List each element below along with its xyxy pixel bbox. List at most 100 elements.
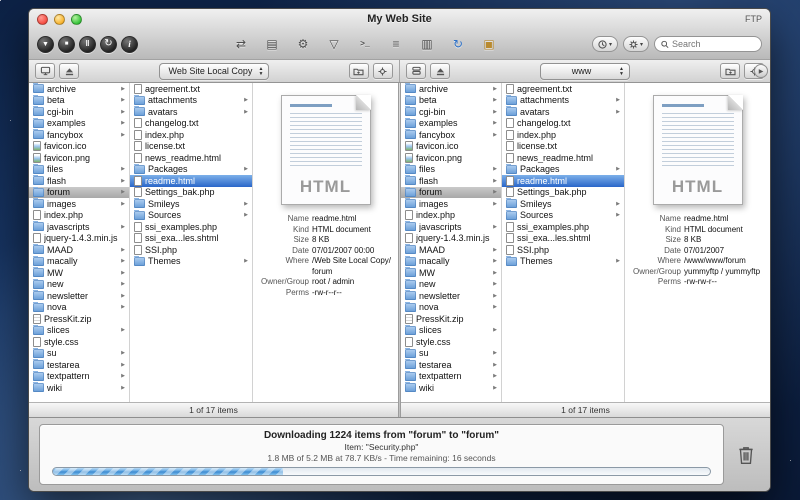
list-item[interactable]: newsletter [29,290,129,302]
list-item[interactable]: ssi_exa...les.shtml [130,233,252,245]
list-item[interactable]: Settings_bak.php [502,187,624,199]
remote-path-dropdown[interactable]: www [540,63,630,80]
list-item[interactable]: news_readme.html [130,152,252,164]
list-item[interactable]: archive [29,83,129,95]
list-item[interactable]: ssi_examples.php [502,221,624,233]
history-dropdown-button[interactable] [592,36,618,52]
list-item[interactable]: forum [29,187,129,199]
filter-icon[interactable]: ▽ [323,34,345,54]
list-item[interactable]: fancybox [29,129,129,141]
list-item[interactable]: agreement.txt [502,83,624,95]
list-item[interactable]: jquery-1.4.3.min.js [401,233,501,245]
list-item[interactable]: testarea [29,359,129,371]
list-item[interactable]: Themes [502,256,624,268]
list-item[interactable]: wiki [401,382,501,394]
search-input[interactable] [672,39,755,49]
list-item[interactable]: agreement.txt [130,83,252,95]
list-item[interactable]: MAAD [29,244,129,256]
local-action-button[interactable] [373,63,393,79]
local-eject-button[interactable] [59,63,79,79]
list-item[interactable]: changelog.txt [502,118,624,130]
list-item[interactable]: style.css [401,336,501,348]
list-item[interactable]: testarea [401,359,501,371]
list-item[interactable]: index.php [130,129,252,141]
list-item[interactable]: jquery-1.4.3.min.js [29,233,129,245]
drawer-toggle-button[interactable] [754,64,768,78]
list-item[interactable]: new [29,279,129,291]
list-item[interactable]: index.php [502,129,624,141]
options-dropdown-button[interactable] [623,36,649,52]
list-item[interactable]: slices [401,325,501,337]
tools-icon[interactable]: ⚙ [292,34,314,54]
list-item[interactable]: files [401,164,501,176]
list-item[interactable]: ssi_examples.php [130,221,252,233]
list-item[interactable]: Settings_bak.php [130,187,252,199]
list-item[interactable]: textpattern [401,371,501,383]
list-item[interactable]: cgi-bin [401,106,501,118]
list-item[interactable]: examples [29,118,129,130]
info-button[interactable]: i [121,36,138,53]
list-item[interactable]: Smileys [502,198,624,210]
list-item[interactable]: beta [29,95,129,107]
list-item[interactable]: archive [401,83,501,95]
list-item[interactable]: cgi-bin [29,106,129,118]
local-new-folder-button[interactable] [349,63,369,79]
list-item[interactable]: newsletter [401,290,501,302]
list-item[interactable]: index.php [29,210,129,222]
list-item[interactable]: Packages [130,164,252,176]
remote-eject-button[interactable] [430,63,450,79]
list-item[interactable]: textpattern [29,371,129,383]
edit-document-icon[interactable]: ▤ [261,34,283,54]
list-item[interactable]: favicon.png [29,152,129,164]
local-path-dropdown[interactable]: Web Site Local Copy [159,63,270,80]
list-item[interactable]: wiki [29,382,129,394]
list-item[interactable]: attachments [130,95,252,107]
list-item[interactable]: flash [29,175,129,187]
mirror-folders-icon[interactable]: ⇄ [230,34,252,54]
remote-new-folder-button[interactable] [720,63,740,79]
list-item[interactable]: nova [29,302,129,314]
refresh-button[interactable]: ↻ [100,36,117,53]
stop-button[interactable]: ■ [58,36,75,53]
list-item[interactable]: Themes [130,256,252,268]
list-item[interactable]: changelog.txt [130,118,252,130]
terminal-icon[interactable]: >_ [354,34,376,54]
list-item[interactable]: favicon.png [401,152,501,164]
list-item[interactable]: new [401,279,501,291]
list-item[interactable]: news_readme.html [502,152,624,164]
list-item[interactable]: nova [401,302,501,314]
list-item[interactable]: license.txt [502,141,624,153]
list-item[interactable]: favicon.ico [401,141,501,153]
queue-bin-button[interactable] [732,445,760,465]
list-item[interactable]: javascripts [29,221,129,233]
sync-icon[interactable]: ↻ [447,34,469,54]
list-item[interactable]: Sources [130,210,252,222]
list-item[interactable]: macally [401,256,501,268]
list-item[interactable]: macally [29,256,129,268]
list-item[interactable]: Smileys [130,198,252,210]
local-computer-button[interactable] [35,63,55,79]
list-item[interactable]: readme.html [502,175,624,187]
list-item[interactable]: SSI.php [130,244,252,256]
list-item[interactable]: MW [29,267,129,279]
list-item[interactable]: style.css [29,336,129,348]
list-item[interactable]: Sources [502,210,624,222]
list-item[interactable]: forum [401,187,501,199]
list-item[interactable]: readme.html [130,175,252,187]
list-item[interactable]: su [29,348,129,360]
list-item[interactable]: fancybox [401,129,501,141]
list-item[interactable]: files [29,164,129,176]
tasks-icon[interactable]: ≡ [385,34,407,54]
list-item[interactable]: favicon.ico [29,141,129,153]
list-item[interactable]: javascripts [401,221,501,233]
list-item[interactable]: images [29,198,129,210]
list-item[interactable]: MW [401,267,501,279]
list-item[interactable]: su [401,348,501,360]
package-icon[interactable]: ▣ [478,34,500,54]
transfer-button[interactable]: ▼ [37,36,54,53]
list-item[interactable]: slices [29,325,129,337]
list-item[interactable]: flash [401,175,501,187]
list-item[interactable]: images [401,198,501,210]
remote-server-button[interactable] [406,63,426,79]
list-item[interactable]: attachments [502,95,624,107]
